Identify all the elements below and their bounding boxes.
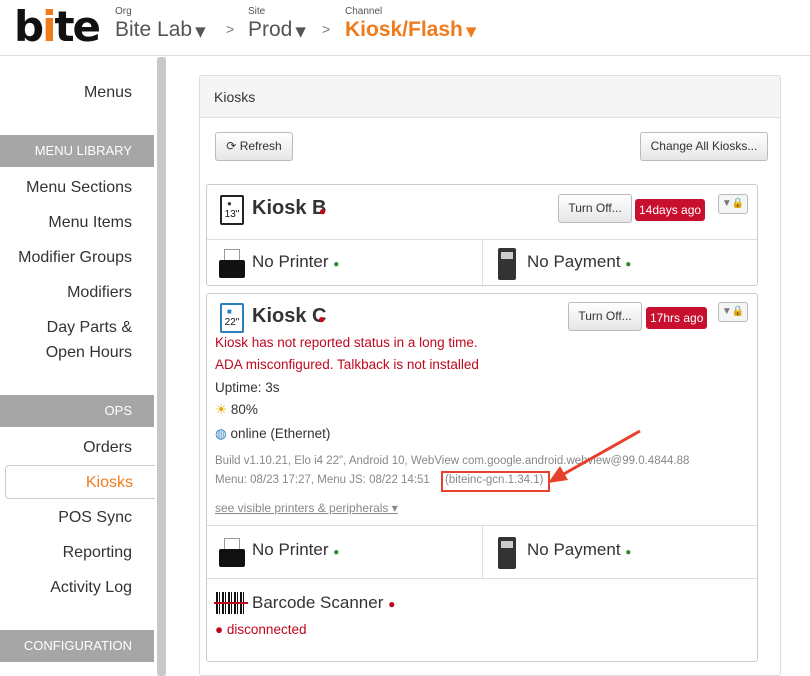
annotation-arrow <box>548 429 641 483</box>
